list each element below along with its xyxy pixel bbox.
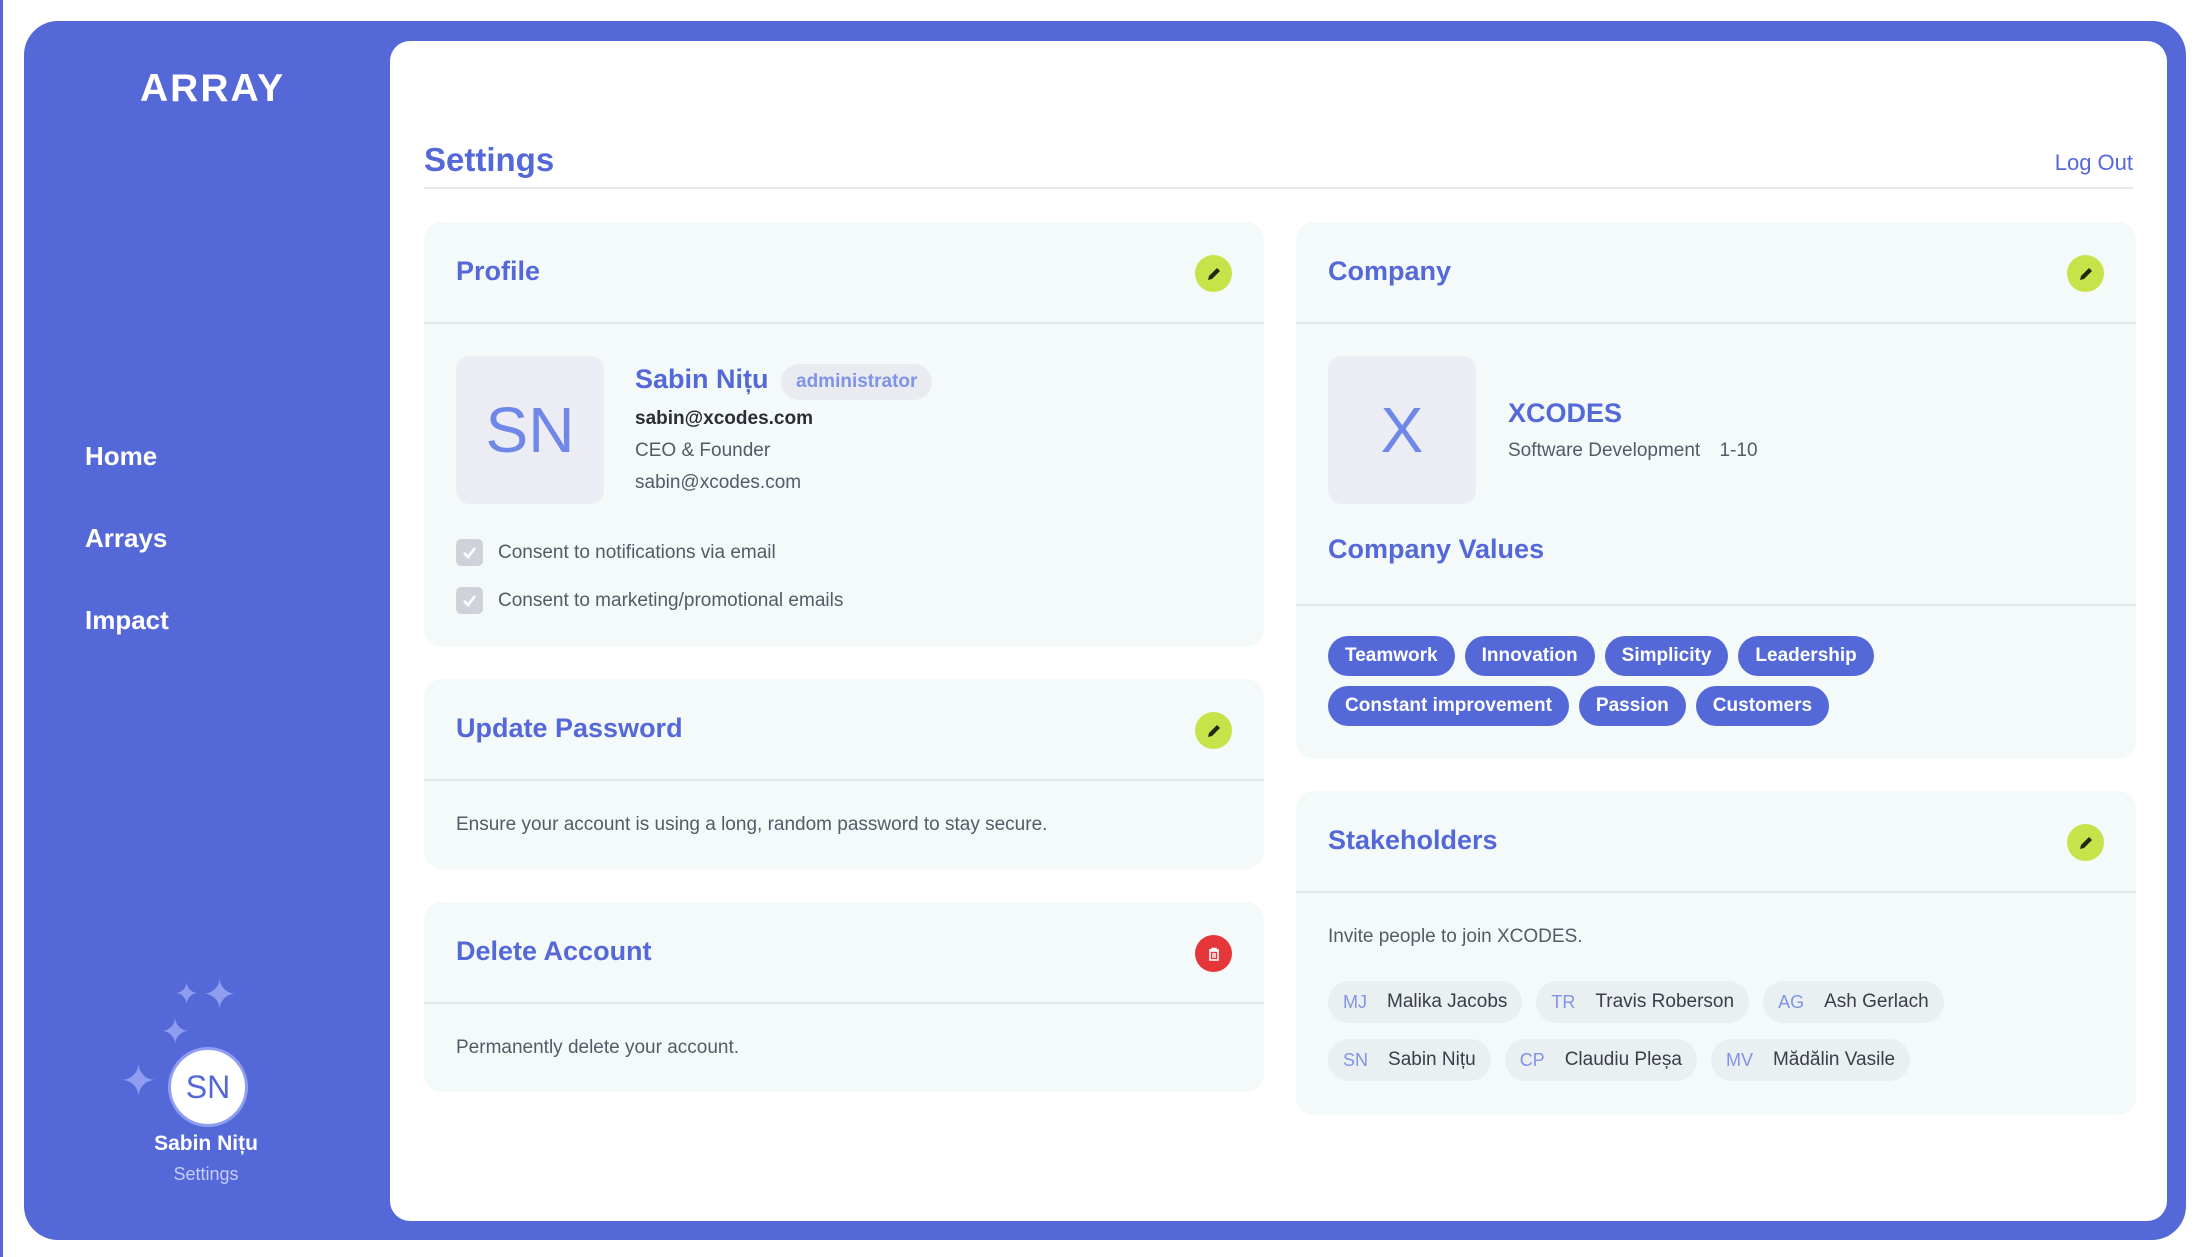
stakeholder-name: Travis Roberson <box>1595 991 1735 1012</box>
value-tag[interactable]: Passion <box>1578 686 1686 726</box>
stakeholder-chip[interactable]: CP Claudiu Pleșa <box>1504 1039 1697 1081</box>
logout-link[interactable]: Log Out <box>2055 150 2133 176</box>
stakeholder-name: Malika Jacobs <box>1387 991 1508 1012</box>
stakeholder-chip[interactable]: SN Sabin Nițu <box>1328 1039 1491 1081</box>
stakeholder-initials: TR <box>1551 991 1576 1012</box>
card-title: Profile <box>456 256 541 286</box>
sidebar-item-impact[interactable]: Impact <box>85 602 169 684</box>
stakeholder-chip[interactable]: MV Mădălin Vasile <box>1710 1039 1911 1081</box>
stakeholder-initials: SN <box>1343 1049 1369 1070</box>
main-panel: Settings Log Out Profile SN Sabin Nițu a… <box>390 41 2167 1221</box>
card-header: Company <box>1296 222 2136 324</box>
card-header: Profile <box>424 222 1264 324</box>
trash-icon <box>1208 947 1219 961</box>
update-password-card: Update Password Ensure your account is u… <box>424 679 1264 869</box>
edit-profile-button[interactable] <box>1195 255 1232 292</box>
divider <box>424 187 2133 189</box>
stakeholder-initials: MV <box>1725 1049 1753 1070</box>
card-description: Ensure your account is using a long, ran… <box>456 814 1048 835</box>
company-name: XCODES <box>1508 398 1623 428</box>
sidebar-nav: Home Arrays Impact <box>85 438 169 684</box>
card-title: Delete Account <box>456 936 652 966</box>
user-settings-link[interactable]: Settings <box>120 1164 292 1185</box>
invite-text: Invite people to join XCODES. <box>1328 926 1583 947</box>
value-tag[interactable]: Innovation <box>1464 636 1595 676</box>
consent-email-checkbox[interactable]: Consent to notifications via email <box>456 539 776 566</box>
window-edge <box>0 0 3 1257</box>
role-badge: administrator <box>781 364 933 400</box>
company-industry: Software Development <box>1508 440 1701 461</box>
stakeholder-name: Claudiu Pleșa <box>1564 1049 1682 1070</box>
stakeholder-chip[interactable]: MJ Malika Jacobs <box>1328 981 1523 1023</box>
stakeholder-list: MJ Malika Jacobs TR Travis Roberson AG Ash Ge… <box>1328 981 2108 1097</box>
stakeholders-card: Stakeholders Invite people to join XCODE… <box>1296 791 2136 1115</box>
value-tag[interactable]: Customers <box>1695 686 1830 726</box>
profile-email-primary: sabin@xcodes.com <box>635 408 813 429</box>
card-header: Update Password <box>424 679 1264 781</box>
checkbox[interactable] <box>456 587 483 614</box>
card-header: Stakeholders <box>1296 791 2136 893</box>
pencil-icon <box>1207 267 1220 280</box>
checkmark-icon <box>463 547 477 559</box>
profile-email: sabin@xcodes.com <box>635 472 802 493</box>
edit-stakeholders-button[interactable] <box>2067 824 2104 861</box>
profile-card: Profile SN Sabin Nițu administrator sabi… <box>424 222 1264 647</box>
checkmark-icon <box>463 595 477 607</box>
user-name: Sabin Nițu <box>154 1132 258 1155</box>
company-values-list: Teamwork Innovation Simplicity Leadership Co… <box>1328 636 1888 736</box>
checkbox-label: Consent to notifications via email <box>498 541 776 563</box>
company-meta: Software Development 1-10 <box>1508 440 1772 462</box>
avatar[interactable]: SN <box>168 1047 248 1127</box>
sidebar-item-home[interactable]: Home <box>85 438 169 520</box>
stakeholder-initials: CP <box>1519 1049 1545 1070</box>
consent-marketing-checkbox[interactable]: Consent to marketing/promotional emails <box>456 587 843 614</box>
sparkle-icon: ✦ <box>120 1057 157 1106</box>
card-description: Permanently delete your account. <box>456 1037 740 1058</box>
stakeholder-initials: AG <box>1778 991 1805 1012</box>
sidebar-user[interactable]: ✦ ✦ ✦ ✦ SN Sabin Nițu Settings <box>120 974 292 1195</box>
value-tag[interactable]: Simplicity <box>1604 636 1729 676</box>
profile-name: Sabin Nițu <box>635 364 769 394</box>
checkbox[interactable] <box>456 539 483 566</box>
profile-job-title: CEO & Founder <box>635 440 771 461</box>
delete-account-card: Delete Account Permanently delete your a… <box>424 902 1264 1092</box>
card-title: Stakeholders <box>1328 825 1498 855</box>
pencil-icon <box>1207 724 1220 737</box>
profile-avatar: SN <box>456 356 604 504</box>
sparkle-icon: ✦ <box>174 978 200 1011</box>
edit-company-button[interactable] <box>2067 255 2104 292</box>
app-logo[interactable]: ARRAY <box>140 67 285 111</box>
sparkle-icon: ✦ <box>202 971 238 1018</box>
company-values-title: Company Values <box>1328 534 1545 564</box>
page-title: Settings <box>424 141 555 178</box>
pencil-icon <box>2079 267 2092 280</box>
stakeholder-name: Mădălin Vasile <box>1772 1049 1896 1070</box>
card-header: Delete Account <box>424 902 1264 1004</box>
card-title: Company <box>1328 256 1452 286</box>
stakeholder-chip[interactable]: AG Ash Gerlach <box>1763 981 1944 1023</box>
value-tag[interactable]: Teamwork <box>1328 636 1455 676</box>
company-size: 1-10 <box>1719 440 1758 461</box>
value-tag[interactable]: Leadership <box>1738 636 1874 676</box>
company-logo: X <box>1328 356 1476 504</box>
stakeholder-initials: MJ <box>1343 991 1367 1012</box>
value-tag[interactable]: Constant improvement <box>1328 686 1569 726</box>
pencil-icon <box>2079 836 2092 849</box>
sparkle-icon: ✦ <box>160 1011 191 1052</box>
edit-password-button[interactable] <box>1195 712 1232 749</box>
stakeholder-name: Ash Gerlach <box>1824 991 1929 1012</box>
card-title: Update Password <box>456 713 683 743</box>
checkbox-label: Consent to marketing/promotional emails <box>498 589 844 611</box>
sidebar-item-arrays[interactable]: Arrays <box>85 520 169 602</box>
stakeholder-chip[interactable]: TR Travis Roberson <box>1536 981 1750 1023</box>
company-card: Company X XCODES Software Development 1-… <box>1296 222 2136 759</box>
divider <box>1296 604 2136 606</box>
delete-account-button[interactable] <box>1195 935 1232 972</box>
stakeholder-name: Sabin Nițu <box>1388 1049 1476 1070</box>
